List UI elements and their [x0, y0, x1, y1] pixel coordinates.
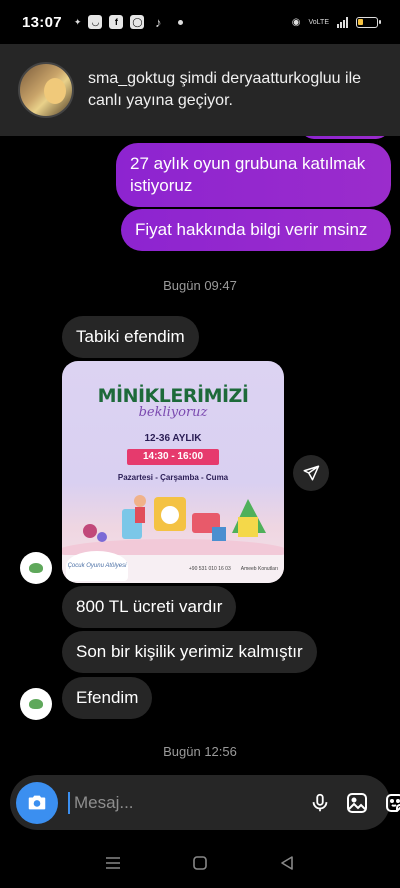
message-bubble-outgoing[interactable]: Fiyat hakkında bilgi verir msinz [121, 209, 391, 251]
home-icon[interactable] [180, 843, 220, 883]
status-time: 13:07 [22, 13, 62, 31]
live-user-avatar [18, 62, 74, 118]
message-bubble-incoming[interactable]: Son bir kişilik yerimiz kalmıştır [62, 631, 317, 673]
message-bubble-incoming[interactable]: Efendim [62, 677, 153, 719]
message-bubble-incoming[interactable]: 800 TL ücreti vardır [62, 586, 237, 628]
shared-image-poster[interactable]: MİNİKLERİMİZİ bekliyoruz 12-36 AYLIK 14:… [62, 361, 284, 583]
poster-title: MİNİKLERİMİZİ [97, 385, 249, 407]
gallery-icon: ✦ [73, 16, 82, 27]
contact-logo-icon [29, 699, 43, 709]
system-navigation-bar [0, 838, 400, 888]
message-composer [10, 775, 400, 830]
signal-icon [337, 16, 348, 28]
tiktok-icon: ♪ [155, 14, 162, 30]
gallery-icon[interactable] [345, 788, 369, 818]
poster-subtitle: bekliyoruz [138, 405, 208, 420]
message-bubble-incoming[interactable]: Tabiki efendim [62, 316, 199, 358]
message-bubble-outgoing[interactable]: 27 aylık oyun grubuna katılmak istiyoruz [116, 143, 391, 207]
message-timestamp: Bugün 12:56 [163, 744, 237, 759]
contact-avatar[interactable] [20, 688, 52, 720]
poster-hours: 14:30 - 16:00 [127, 449, 219, 465]
status-bar: 13:07 ✦ ◡ f ◯ ♪ ◉ VoLTE [0, 0, 400, 44]
message-text: Fiyat hakkında bilgi verir msinz [135, 220, 368, 239]
live-notification-text: sma_goktug şimdi deryaatturkogluu ile ca… [88, 70, 362, 109]
poster-phone: +90 531 010 16 03 [188, 566, 231, 572]
message-timestamp: Bugün 09:47 [163, 278, 237, 293]
hotspot-icon: ◉ [291, 16, 301, 28]
more-notifications-dot [178, 19, 184, 25]
battery-icon [356, 16, 381, 28]
poster-playroom-illustration [62, 495, 284, 555]
facebook-icon: f [109, 15, 124, 29]
system-indicators: ◉ VoLTE [291, 16, 381, 28]
poster-logo: Çocuk Oyunu Atölyesi [66, 551, 128, 581]
microphone-icon[interactable] [309, 788, 331, 818]
message-text: 27 aylık oyun grubuna katılmak istiyoruz [130, 154, 366, 195]
live-notification-banner[interactable]: sma_goktug şimdi deryaatturkogluu ile ca… [0, 44, 400, 136]
poster-days: Pazartesi - Çarşamba - Cuma [117, 473, 229, 482]
poster-logo-text: Çocuk Oyunu Atölyesi [67, 563, 127, 569]
notification-icons: ✦ ◡ f ◯ ♪ [73, 14, 184, 30]
contact-logo-icon [29, 563, 43, 573]
network-label: VoLTE [308, 18, 330, 26]
message-text: Efendim [76, 688, 139, 707]
camera-button[interactable] [16, 781, 58, 824]
message-text: Son bir kişilik yerimiz kalmıştır [76, 642, 303, 661]
message-text: Tabiki efendim [76, 327, 185, 346]
poster-location: Ameeb Konutları [240, 566, 278, 572]
message-input[interactable] [68, 791, 295, 814]
contact-avatar[interactable] [20, 552, 52, 584]
sticker-icon[interactable] [383, 788, 400, 818]
menu-icon[interactable] [93, 843, 133, 883]
back-icon[interactable] [267, 843, 307, 883]
chat-icon: ◯ [130, 15, 145, 29]
message-text: 800 TL ücreti vardır [76, 597, 223, 616]
messenger-icon: ◡ [88, 15, 103, 29]
poster-age-range: 12-36 AYLIK [144, 433, 202, 444]
camera-icon [28, 795, 46, 809]
share-icon[interactable] [293, 455, 329, 491]
